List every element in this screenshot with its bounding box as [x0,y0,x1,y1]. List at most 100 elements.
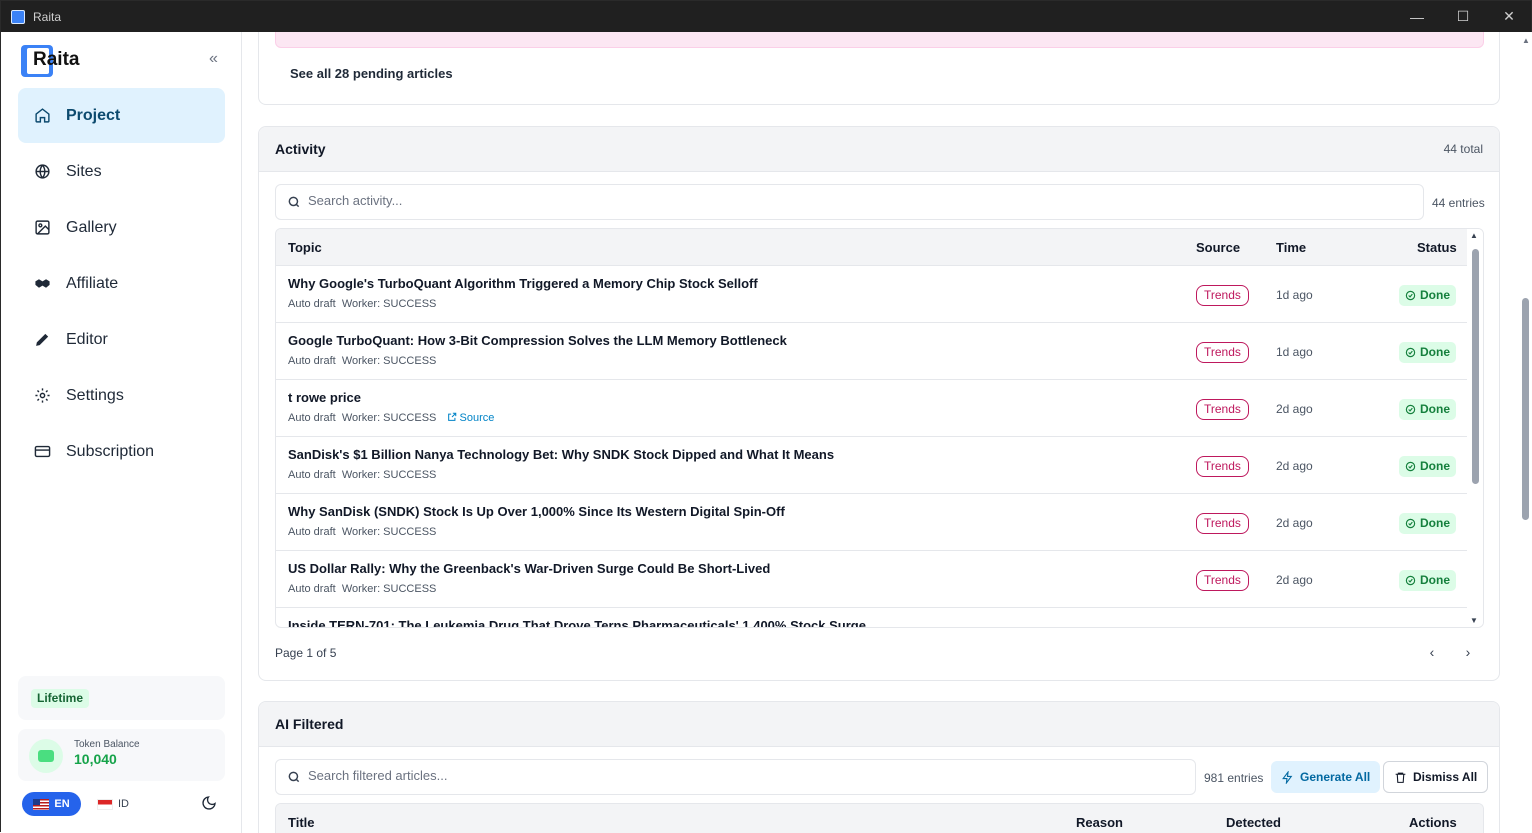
table-row[interactable]: Why SanDisk (SNDK) Stock Is Up Over 1,00… [276,494,1468,551]
table-row[interactable]: Why Google's TurboQuant Algorithm Trigge… [276,266,1468,323]
source-link-label: Source [459,412,495,424]
status-badge: Done [1399,285,1456,306]
sidebar-item-affiliate[interactable]: Affiliate [18,256,225,311]
token-balance-card: Token Balance 10,040 [18,729,225,781]
row-time: 2d ago [1276,459,1313,473]
plan-badge: Lifetime [31,689,90,708]
minimize-button[interactable]: — [1394,1,1440,32]
dismiss-all-label: Dismiss All [1413,770,1478,784]
row-topic[interactable]: US Dollar Rally: Why the Greenback's War… [288,561,770,576]
brand-name: Raita [33,49,80,70]
row-topic[interactable]: Why SanDisk (SNDK) Stock Is Up Over 1,00… [288,504,785,519]
pending-article-strip [275,32,1484,48]
filtered-table: Title Reason Detected Actions [275,803,1484,833]
sidebar-item-label: Editor [66,330,108,348]
filtered-search-input[interactable] [308,768,1136,783]
brand[interactable]: Raita [21,45,79,77]
source-badge: Trends [1196,456,1249,477]
filtered-table-header: Title Reason Detected Actions [276,804,1483,833]
dismiss-all-button[interactable]: Dismiss All [1383,761,1489,793]
activity-search-field[interactable] [275,184,1424,220]
app-window: Raita — ☐ ✕ Raita « Project Sites Galler… [0,0,1532,833]
column-title[interactable]: Title [288,815,315,830]
maximize-button[interactable]: ☐ [1440,1,1486,32]
row-topic[interactable]: Inside TERN-701: The Leukemia Drug That … [288,618,866,627]
sidebar-item-settings[interactable]: Settings [18,368,225,423]
activity-total: 44 total [1443,142,1483,156]
page-info: Page 1 of 5 [275,646,337,660]
check-circle-icon [1405,518,1416,529]
table-row[interactable]: Inside TERN-701: The Leukemia Drug That … [276,608,1468,628]
page-scroll-up-arrow-icon[interactable]: ▲ [1522,36,1530,45]
token-balance-label: Token Balance [74,739,140,750]
us-flag-icon [33,798,50,810]
table-scrollbar[interactable]: ▲ ▼ [1467,229,1483,627]
row-topic[interactable]: t rowe price [288,390,361,405]
image-icon [35,220,50,235]
row-topic[interactable]: Google TurboQuant: How 3-Bit Compression… [288,333,787,348]
dark-mode-toggle-icon[interactable] [201,795,217,811]
column-source[interactable]: Source [1196,240,1240,255]
sidebar-item-subscription[interactable]: Subscription [18,424,225,479]
language-id-label: ID [118,798,129,810]
status-badge: Done [1399,399,1456,420]
status-label: Done [1420,516,1450,530]
row-topic[interactable]: SanDisk's $1 Billion Nanya Technology Be… [288,447,834,462]
generate-all-button[interactable]: Generate All [1271,761,1381,793]
activity-search-input[interactable] [308,193,1341,208]
row-worker: Worker: SUCCESS [341,583,437,595]
column-status[interactable]: Status [1417,240,1457,255]
next-page-button[interactable]: › [1458,642,1478,662]
sidebar-item-gallery[interactable]: Gallery [18,200,225,255]
page-scrollbar-thumb[interactable] [1522,298,1529,520]
sidebar-item-editor[interactable]: Editor [18,312,225,367]
sidebar-item-label: Sites [66,162,102,180]
table-row[interactable]: US Dollar Rally: Why the Greenback's War… [276,551,1468,608]
row-type: Auto draft [288,298,336,310]
lightning-icon [1282,770,1293,784]
collapse-sidebar-icon[interactable]: « [209,50,218,68]
row-type: Auto draft [288,412,336,424]
column-reason[interactable]: Reason [1076,815,1123,830]
row-meta: Auto draft Worker: SUCCESS [288,298,436,310]
check-circle-icon [1405,347,1416,358]
title-bar: Raita — ☐ ✕ [1,1,1531,32]
table-row[interactable]: t rowe price Auto draft Worker: SUCCESS S… [276,380,1468,437]
row-time: 2d ago [1276,516,1313,530]
column-time[interactable]: Time [1276,240,1306,255]
table-row[interactable]: Google TurboQuant: How 3-Bit Compression… [276,323,1468,380]
prev-page-button[interactable]: ‹ [1422,642,1442,662]
page-scrollbar[interactable]: ▲ [1519,32,1532,833]
see-all-pending-link[interactable]: See all 28 pending articles [290,66,453,81]
filtered-search-field[interactable] [275,759,1196,795]
close-button[interactable]: ✕ [1486,1,1532,32]
source-badge: Trends [1196,513,1249,534]
column-actions[interactable]: Actions [1409,815,1457,830]
row-topic[interactable]: Why Google's TurboQuant Algorithm Trigge… [288,276,758,291]
ai-filtered-card: AI Filtered 981 entries Generate All Dis… [258,701,1500,833]
sidebar-item-project[interactable]: Project [18,88,225,143]
status-label: Done [1420,627,1450,628]
row-type: Auto draft [288,583,336,595]
handshake-icon [35,279,50,288]
row-time: 1d ago [1276,288,1313,302]
column-topic[interactable]: Topic [288,240,322,255]
language-id-button[interactable]: ID [85,792,141,816]
ai-filtered-header: AI Filtered [259,702,1499,747]
table-scrollbar-thumb[interactable] [1472,249,1479,484]
main-content: See all 28 pending articles Activity 44 … [242,32,1519,833]
scroll-down-arrow-icon[interactable]: ▼ [1470,616,1478,625]
table-row[interactable]: SanDisk's $1 Billion Nanya Technology Be… [276,437,1468,494]
scroll-up-arrow-icon[interactable]: ▲ [1470,231,1478,240]
sidebar-item-sites[interactable]: Sites [18,144,225,199]
row-type: Auto draft [288,355,336,367]
status-badge: Done [1399,627,1456,628]
status-label: Done [1420,459,1450,473]
column-detected[interactable]: Detected [1226,815,1281,830]
row-meta: Auto draft Worker: SUCCESS [288,469,436,481]
home-icon [35,108,50,123]
language-en-button[interactable]: EN [22,792,81,816]
source-link[interactable]: Source [447,412,495,424]
source-badge: Trends [1196,285,1249,306]
row-meta: Auto draft Worker: SUCCESS [288,355,436,367]
